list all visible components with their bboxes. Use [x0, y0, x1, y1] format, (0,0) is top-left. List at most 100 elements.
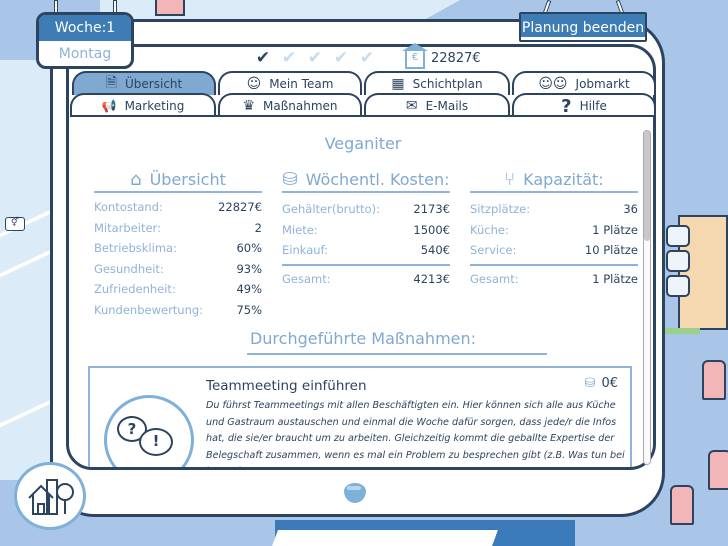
measures-icon: ♛	[242, 98, 256, 114]
row-value: 93%	[236, 261, 262, 276]
measure-cost-value: 0€	[601, 376, 618, 391]
week-sign: Woche:1 Montag	[36, 12, 134, 69]
stat-row: Betriebsklima: 60%	[94, 238, 262, 259]
city-map-button[interactable]	[14, 462, 86, 530]
tab-marketing[interactable]: 📢 Marketing	[70, 93, 216, 117]
weekly-costs-rows: Gehälter(brutto): 2173€ Miete: 1500€ Einkauf…	[282, 193, 450, 261]
house-euro-icon: €	[402, 43, 428, 69]
stat-row: Zufriedenheit: 49%	[94, 279, 262, 300]
overview-title: ⌂ Übersicht	[94, 167, 262, 193]
tab-label: E-Mails	[425, 99, 469, 113]
background-box	[666, 225, 690, 247]
waiter-icon: ☺	[246, 76, 262, 92]
background-chair	[670, 485, 694, 525]
overview-rows: Kontostand: 22827€ Mitarbeiter: 2 Betriebskl…	[94, 193, 262, 320]
row-value: 60%	[236, 241, 262, 255]
content-scrollbar[interactable]	[643, 130, 651, 465]
row-value: 2	[254, 220, 262, 235]
checkmark-pending-icon: ✔	[359, 48, 375, 68]
tab-label: Schichtplan	[412, 77, 483, 91]
section-title-text: Wöchentl. Kosten:	[305, 169, 450, 189]
capacity-total: Gesamt: 1 Plätze	[470, 263, 638, 286]
row-value: 1 Plätze	[592, 222, 638, 237]
background-floor	[272, 530, 498, 546]
background-box	[666, 275, 690, 297]
row-label: Sitzplätze:	[470, 202, 531, 216]
weekly-costs-section: ⛁ Wöchentl. Kosten: Gehälter(brutto): 217…	[282, 167, 450, 286]
row-value: 10 Plätze	[584, 243, 638, 257]
weekly-costs-title: ⛁ Wöchentl. Kosten:	[282, 167, 450, 193]
background-floor	[660, 328, 700, 334]
row-label: Gesamt:	[282, 271, 331, 286]
capacity-section: ⑂ Kapazität: Sitzplätze: 36 Küche: 1 Plätze…	[470, 167, 638, 286]
row-value: 1500€	[413, 222, 450, 237]
balance-value: 22827€	[431, 50, 481, 66]
stat-row: Sitzplätze: 36	[470, 199, 638, 220]
overview-panel: Veganiter ⌂ Übersicht Kontostand: 22827€ M…	[72, 117, 654, 467]
tab-uebersicht[interactable]: 🗎 Übersicht	[72, 71, 216, 95]
megaphone-icon: 📢	[101, 99, 117, 113]
tab-label: Maßnahmen	[263, 99, 338, 113]
background-box	[666, 250, 690, 272]
measures-title: Durchgeführte Maßnahmen:	[249, 329, 477, 348]
tab-jobmarkt[interactable]: ☺☺ Jobmarkt	[512, 71, 656, 95]
background-chair	[702, 360, 726, 400]
measure-title: Teammeeting einführen	[206, 378, 367, 394]
section-title-text: Kapazität:	[523, 169, 604, 189]
envelope-icon: ✉	[405, 98, 418, 114]
row-label: Zufriedenheit:	[94, 282, 176, 296]
restroom-sign-icon: ⚥	[5, 217, 25, 231]
balance-display: € 22827€	[402, 43, 481, 69]
scrollbar-thumb[interactable]	[644, 131, 650, 241]
stat-row: Küche: 1 Plätze	[470, 220, 638, 241]
row-label: Einkauf:	[282, 243, 329, 257]
measure-description: Du führst Teammeetings mit allen Beschäf…	[206, 400, 625, 467]
people-icon: ☺☺	[538, 76, 568, 92]
house-icon: ⌂	[130, 168, 142, 190]
tab-label: Mein Team	[269, 77, 334, 91]
row-value: 1 Plätze	[592, 271, 638, 286]
tab-emails[interactable]: ✉ E-Mails	[364, 93, 510, 117]
speech-bubbles-icon: ? !	[104, 395, 194, 467]
background-chair	[708, 450, 728, 490]
stat-row: Gesundheit: 93%	[94, 259, 262, 280]
stat-row: Einkauf: 540€	[282, 240, 450, 261]
row-label: Kundenbewertung:	[94, 302, 204, 317]
checkmark-pending-icon: ✔	[307, 48, 323, 68]
city-icon	[28, 479, 74, 515]
background-chair	[155, 0, 185, 16]
tab-label: Jobmarkt	[575, 77, 630, 91]
day-label: Montag	[58, 46, 112, 62]
capacity-rows: Sitzplätze: 36 Küche: 1 Plätze Service: 10 Pl…	[470, 193, 638, 261]
tab-mein-team[interactable]: ☺ Mein Team	[218, 71, 362, 95]
measure-cost: ⛁ 0€	[585, 376, 618, 391]
row-label: Gehälter(brutto):	[282, 202, 381, 216]
tab-schichtplan[interactable]: ▦ Schichtplan	[364, 71, 510, 95]
coins-icon: ⛁	[282, 168, 298, 190]
tab-label: Übersicht	[125, 77, 183, 91]
row-label: Gesamt:	[470, 271, 519, 286]
end-planning-button[interactable]: Planung beenden	[519, 12, 647, 42]
checkmark-pending-icon: ✔	[333, 48, 349, 68]
stat-row: Kontostand: 22827€	[94, 197, 262, 218]
stat-row: Miete: 1500€	[282, 220, 450, 241]
row-value: 49%	[236, 282, 262, 296]
row-value: 540€	[420, 243, 450, 257]
tab-massnahmen[interactable]: ♛ Maßnahmen	[218, 93, 362, 117]
capacity-title: ⑂ Kapazität:	[470, 167, 638, 193]
chair-icon: ⑂	[504, 168, 516, 190]
weekly-costs-total: Gesamt: 4213€	[282, 263, 450, 286]
stat-row: Gehälter(brutto): 2173€	[282, 199, 450, 220]
row-value: 4213€	[413, 271, 450, 286]
measures-divider	[247, 353, 547, 355]
row-label: Mitarbeiter:	[94, 220, 161, 235]
overview-section: ⌂ Übersicht Kontostand: 22827€ Mitarbeiter…	[94, 167, 262, 320]
row-label: Miete:	[282, 222, 318, 237]
tab-hilfe[interactable]: ? Hilfe	[512, 93, 656, 117]
row-value: 36	[623, 202, 638, 216]
row-label: Service:	[470, 243, 517, 257]
background-bottom-room	[272, 520, 575, 546]
coins-icon: ⛁	[584, 376, 596, 391]
stat-row: Kundenbewertung: 75%	[94, 300, 262, 321]
measure-card: ? ! Teammeeting einführen ⛁ 0€ Du führst…	[88, 366, 632, 467]
